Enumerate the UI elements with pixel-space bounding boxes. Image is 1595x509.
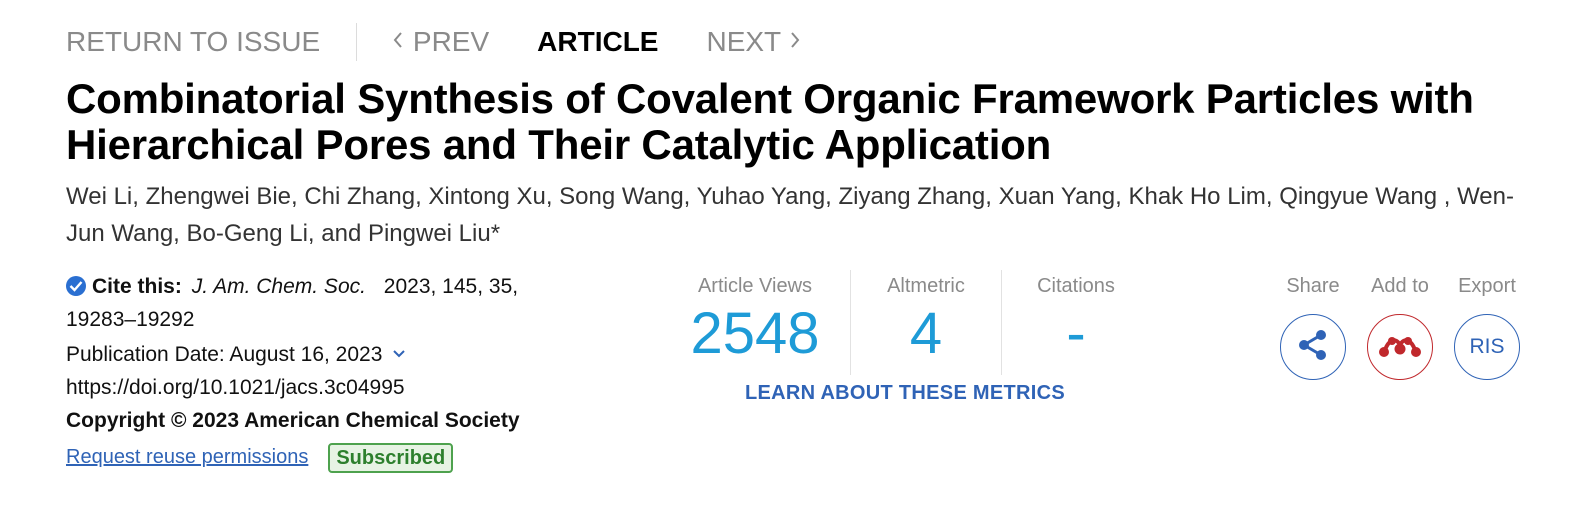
chevron-down-icon[interactable] <box>392 336 406 369</box>
reuse-permissions-link[interactable]: Request reuse permissions <box>66 441 308 474</box>
doi-link[interactable]: https://doi.org/10.1021/jacs.3c04995 <box>66 371 566 404</box>
permissions-row: Request reuse permissions Subscribed <box>66 441 566 474</box>
altmetric-metric: Altmetric 4 <box>851 270 1001 375</box>
mendeley-button[interactable] <box>1367 314 1433 380</box>
next-label: NEXT <box>706 26 781 57</box>
cite-label[interactable]: Cite this: <box>92 275 182 298</box>
ris-label: RIS <box>1469 335 1505 358</box>
altmetric-value[interactable]: 4 <box>851 302 1001 366</box>
learn-metrics-link[interactable]: LEARN ABOUT THESE METRICS <box>660 382 1150 405</box>
citations-metric: Citations - <box>1002 270 1150 375</box>
citation-block: Cite this: J. Am. Chem. Soc. 2023, 145, … <box>66 270 566 474</box>
copyright-notice: Copyright © 2023 American Chemical Socie… <box>66 409 520 432</box>
subscribed-badge: Subscribed <box>328 442 454 473</box>
prev-label: PREV <box>412 26 490 57</box>
cite-line: Cite this: J. Am. Chem. Soc. 2023, 145, … <box>66 270 566 336</box>
citations-value: - <box>1066 301 1086 366</box>
chevron-left-icon <box>391 28 405 56</box>
citations-label: Citations <box>1037 275 1115 297</box>
export-ris-button[interactable]: RIS <box>1454 314 1520 380</box>
views-value: 2548 <box>690 301 820 366</box>
share-button[interactable] <box>1280 314 1346 380</box>
nav-divider <box>356 23 358 61</box>
mendeley-icon <box>1378 331 1422 364</box>
export-label: Export <box>1458 275 1516 297</box>
chevron-right-icon <box>788 28 802 56</box>
share-action: Share <box>1270 270 1356 380</box>
article-metrics: Article Views 2548 Altmetric 4 Citations… <box>660 270 1150 375</box>
article-title: Combinatorial Synthesis of Covalent Orga… <box>66 75 1474 168</box>
article-nav: RETURN TO ISSUE PREV ARTICLE NEXT <box>66 22 802 62</box>
return-to-issue-link[interactable]: RETURN TO ISSUE <box>66 26 320 58</box>
views-label: Article Views <box>697 275 813 297</box>
add-to-label: Add to <box>1371 275 1429 297</box>
add-to-action: Add to <box>1357 270 1443 380</box>
current-article-label: ARTICLE <box>537 26 659 57</box>
altmetric-label: Altmetric <box>887 275 965 297</box>
share-icon <box>1296 328 1330 367</box>
publication-date-row[interactable]: Publication Date: August 16, 2023 <box>66 336 566 371</box>
views-metric: Article Views 2548 <box>660 270 850 375</box>
author-list[interactable]: Wei Li, Zhengwei Bie, Chi Zhang, Xintong… <box>66 178 1536 252</box>
export-action: Export RIS <box>1444 270 1530 380</box>
journal-name: J. Am. Chem. Soc. <box>191 275 366 298</box>
verified-check-icon <box>66 276 86 296</box>
next-link[interactable]: NEXT <box>706 26 802 58</box>
prev-link[interactable]: PREV <box>391 26 489 58</box>
publication-date: Publication Date: August 16, 2023 <box>66 343 383 366</box>
share-label: Share <box>1286 275 1340 297</box>
